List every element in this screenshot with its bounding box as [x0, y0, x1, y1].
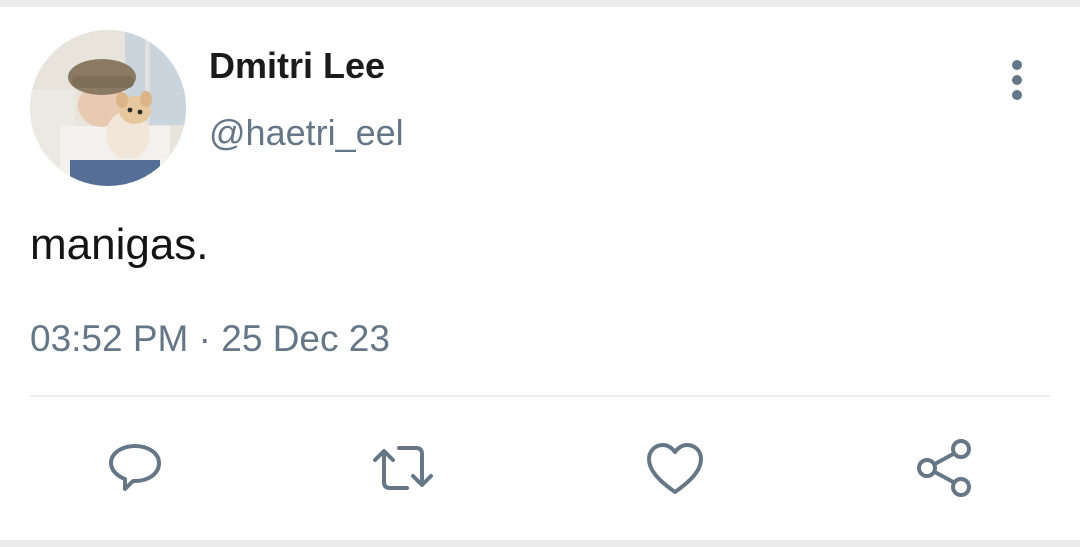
avatar-photo [30, 30, 186, 186]
tweet-date: 25 Dec 23 [221, 318, 390, 359]
heart-icon [647, 443, 703, 494]
tweet-timestamp: 03:52 PM · 25 Dec 23 [30, 318, 390, 360]
retweet-button[interactable] [371, 436, 435, 500]
bottom-border [0, 540, 1080, 547]
divider [30, 395, 1050, 397]
author-handle[interactable]: @haetri_eel [209, 112, 404, 154]
top-border [0, 0, 1080, 7]
meta-separator: · [198, 318, 211, 359]
reply-button[interactable] [103, 436, 167, 500]
reply-icon [109, 444, 161, 491]
more-vertical-icon [1012, 60, 1022, 70]
avatar[interactable] [30, 30, 186, 186]
share-icon [917, 439, 971, 497]
more-vertical-icon [1012, 75, 1022, 85]
more-vertical-icon [1012, 90, 1022, 100]
tweet-time: 03:52 PM [30, 318, 189, 359]
like-button[interactable] [643, 436, 707, 500]
more-options-button[interactable] [1000, 58, 1034, 102]
tweet-card: Dmitri Lee @haetri_eel manigas. 03:52 PM… [0, 0, 1080, 547]
author-name[interactable]: Dmitri Lee [209, 45, 385, 87]
tweet-text: manigas. [30, 220, 209, 269]
share-button[interactable] [913, 436, 977, 500]
retweet-icon [373, 446, 433, 490]
